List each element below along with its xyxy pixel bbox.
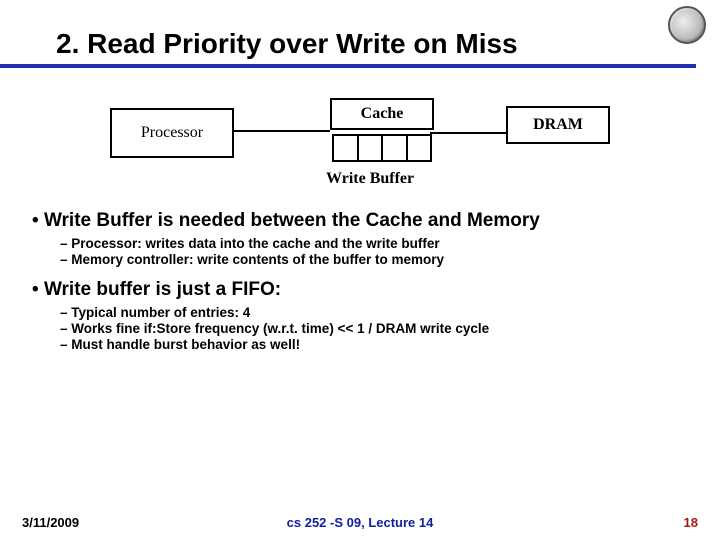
write-buffer-label: Write Buffer	[326, 170, 414, 188]
write-buffer-box	[332, 134, 432, 162]
dram-box: DRAM	[506, 106, 610, 144]
footer: 3/11/2009 cs 252 -S 09, Lecture 14 18	[0, 515, 720, 530]
footer-date: 3/11/2009	[22, 515, 79, 530]
sub-bullet-text: Memory controller: write contents of the…	[71, 252, 444, 267]
sub-bullet: – Works fine if:Store frequency (w.r.t. …	[60, 321, 688, 336]
seal-logo	[668, 6, 706, 44]
connector-line	[430, 132, 506, 134]
bullet-1: • Write Buffer is needed between the Cac…	[32, 210, 688, 232]
processor-box: Processor	[110, 108, 234, 158]
cache-box: Cache	[330, 98, 434, 130]
sub-bullet-text: Works fine if:Store frequency (w.r.t. ti…	[71, 321, 489, 336]
connector-line	[232, 130, 330, 132]
bullet-2: • Write buffer is just a FIFO:	[32, 279, 688, 301]
bullet-2-text: Write buffer is just a FIFO:	[44, 279, 281, 300]
body-text: • Write Buffer is needed between the Cac…	[0, 210, 720, 352]
sub-bullet: – Processor: writes data into the cache …	[60, 236, 688, 251]
slide-title: 2. Read Priority over Write on Miss	[0, 0, 696, 68]
block-diagram: Processor Cache DRAM Write Buffer	[90, 92, 630, 202]
sub-bullet-text: Typical number of entries: 4	[71, 305, 250, 320]
sub-bullet: – Must handle burst behavior as well!	[60, 337, 688, 352]
sub-bullet-text: Must handle burst behavior as well!	[71, 337, 300, 352]
sub-bullet-text: Processor: writes data into the cache an…	[71, 236, 439, 251]
bullet-1-text: Write Buffer is needed between the Cache…	[44, 210, 540, 231]
footer-course: cs 252 -S 09, Lecture 14	[287, 515, 434, 530]
sub-bullet: – Typical number of entries: 4	[60, 305, 688, 320]
sub-bullet: – Memory controller: write contents of t…	[60, 252, 688, 267]
footer-page: 18	[684, 515, 698, 530]
